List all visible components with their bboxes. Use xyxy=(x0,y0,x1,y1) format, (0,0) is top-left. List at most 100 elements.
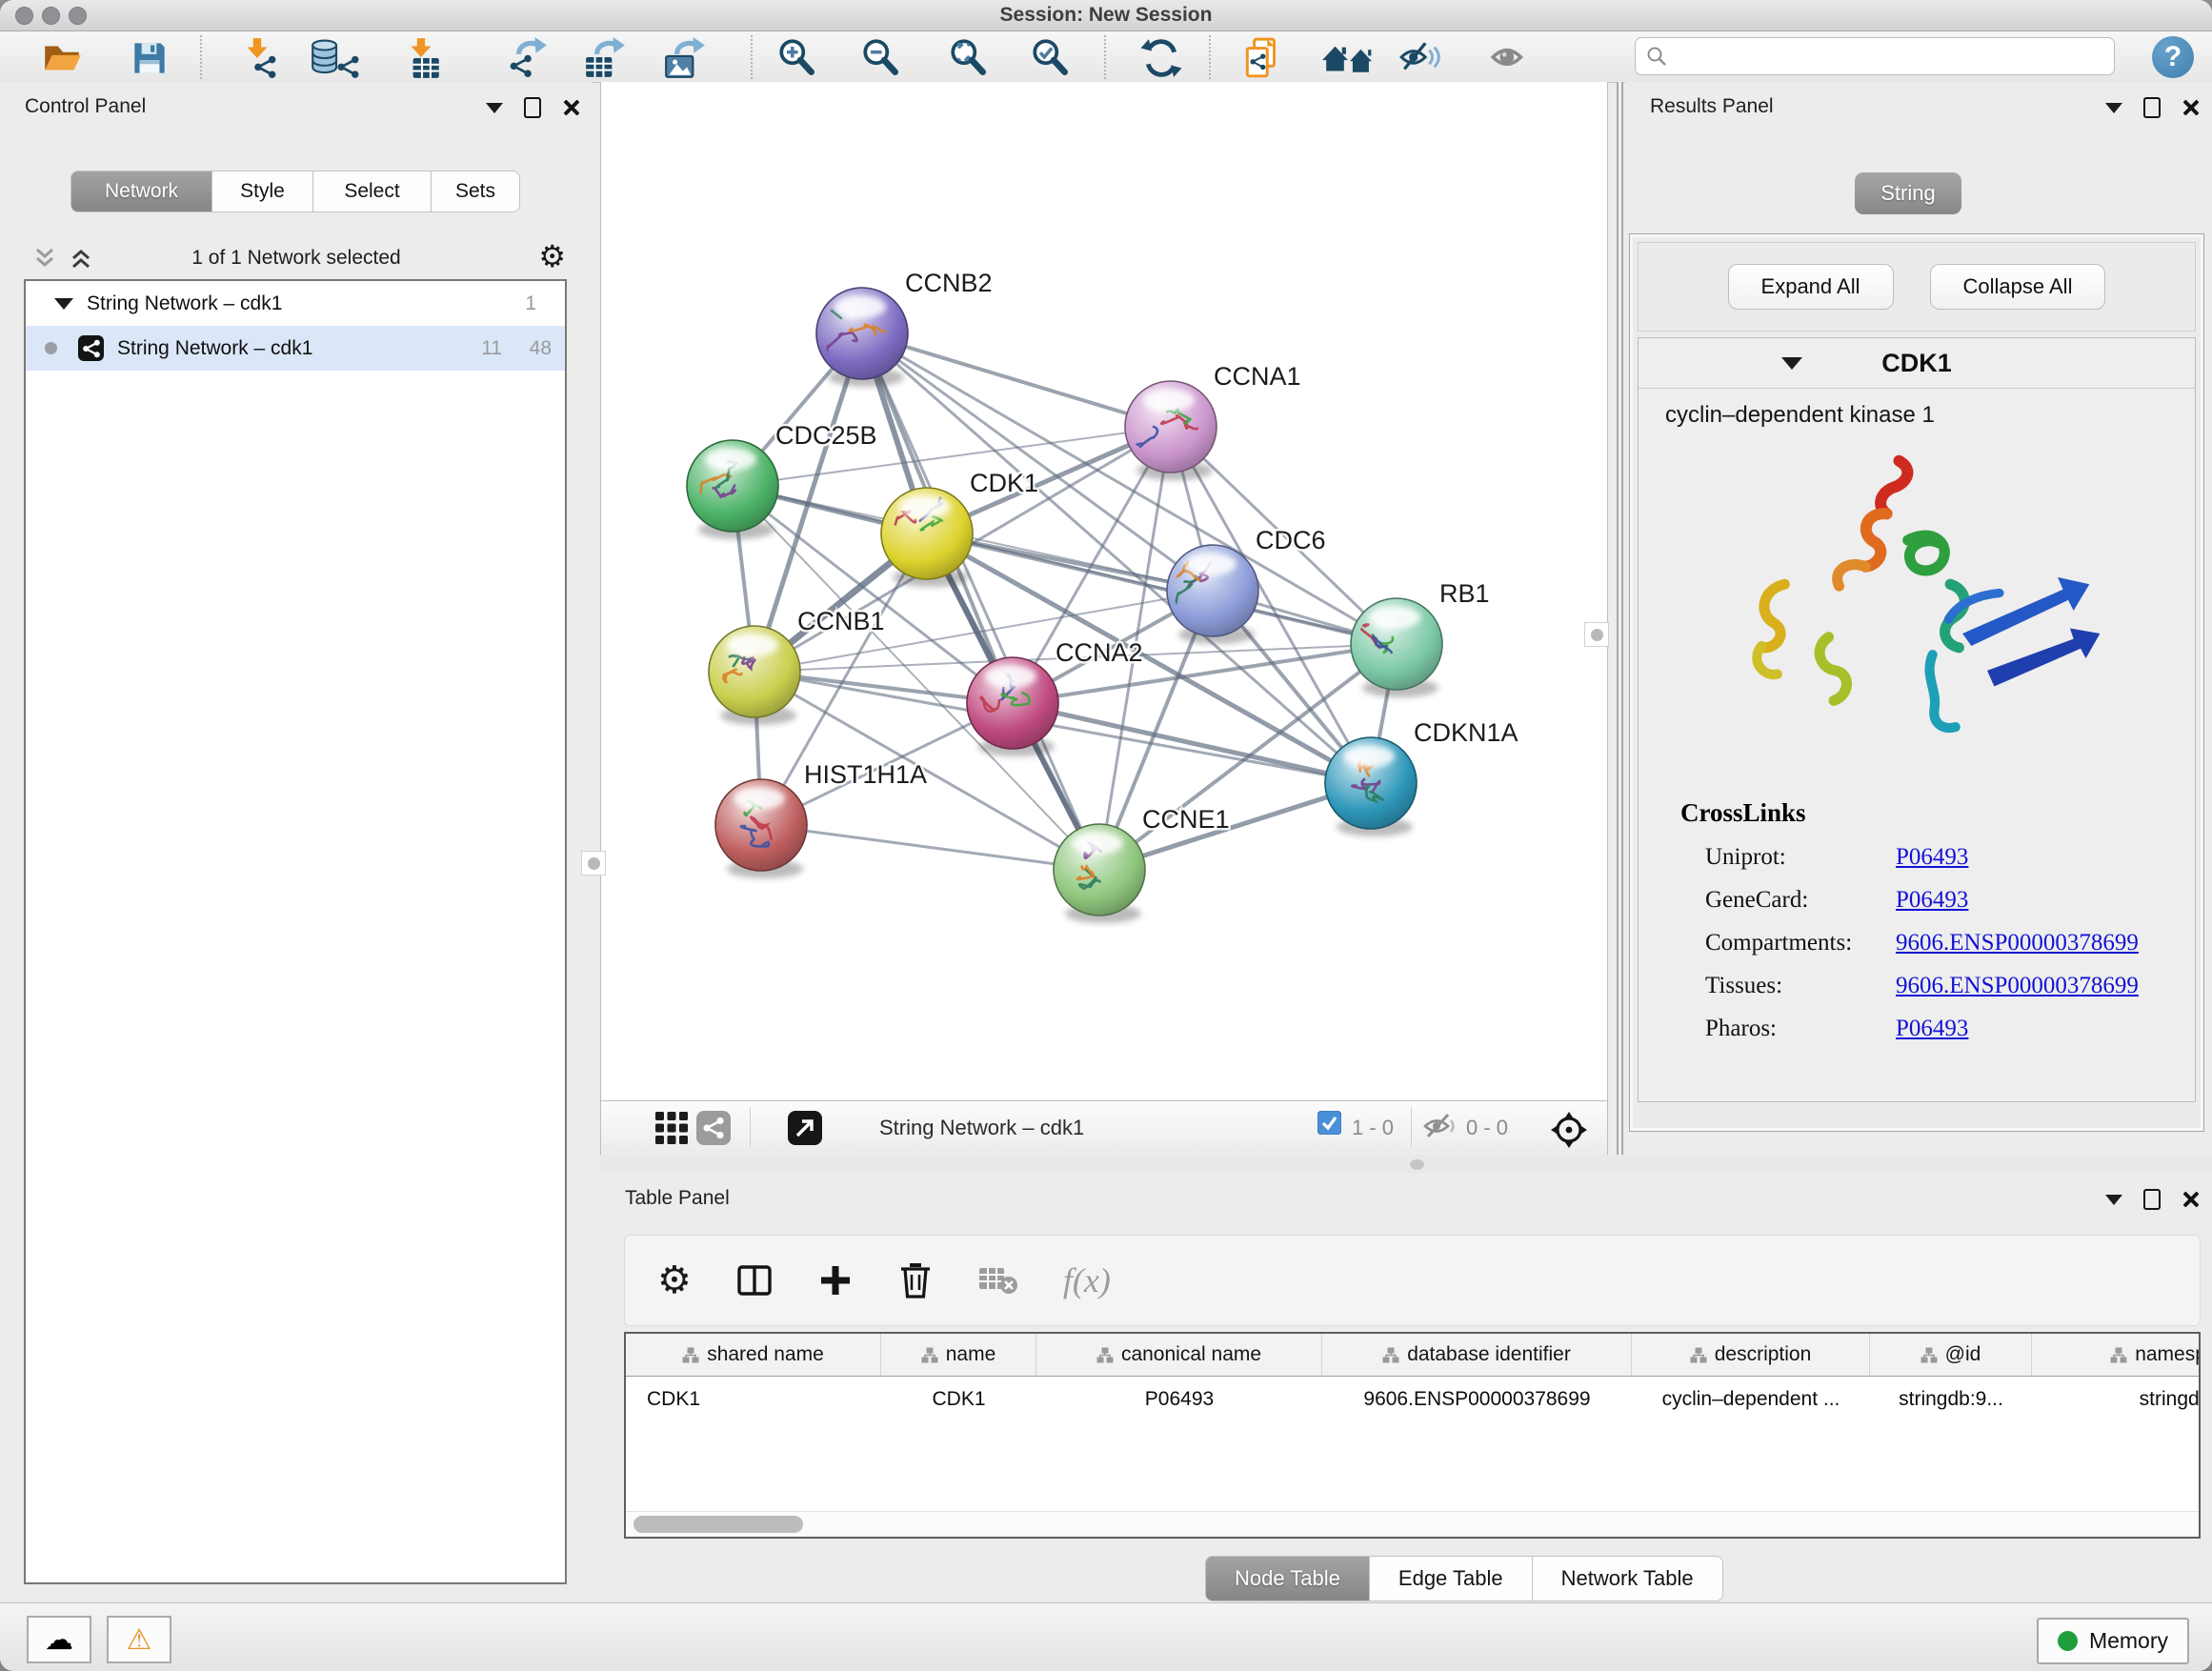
crosslink-link[interactable]: 9606.ENSP00000378699 xyxy=(1896,973,2139,999)
import-network-icon[interactable] xyxy=(236,36,280,80)
network-column-icon xyxy=(1920,1347,1938,1363)
network-view-share-icon[interactable] xyxy=(696,1111,731,1150)
collapse-all-button[interactable]: Collapse All xyxy=(1930,264,2106,310)
column-header-shared-name[interactable]: shared name xyxy=(626,1334,881,1376)
hidden-eye-slash-icon[interactable] xyxy=(1422,1111,1457,1146)
export-network-icon[interactable] xyxy=(505,36,549,80)
zoom-in-icon[interactable] xyxy=(775,36,819,80)
export-table-icon[interactable] xyxy=(583,36,627,80)
network-row-selected[interactable]: String Network – cdk1 11 48 xyxy=(26,326,565,371)
create-column-icon[interactable] xyxy=(817,1262,854,1299)
network-edge-CCNB2-CCNA1[interactable] xyxy=(862,333,1171,427)
panel-float-icon[interactable] xyxy=(2143,1189,2161,1210)
show-columns-icon[interactable] xyxy=(735,1261,774,1299)
zoom-selected-icon[interactable] xyxy=(1029,36,1073,80)
table-gear-icon[interactable]: ⚙ xyxy=(657,1266,692,1295)
tab-edge-table[interactable]: Edge Table xyxy=(1369,1556,1533,1601)
delete-column-icon[interactable] xyxy=(897,1260,934,1300)
network-edge-CCNB2-RB1[interactable] xyxy=(862,333,1397,644)
network-collection-row[interactable]: String Network – cdk1 1 xyxy=(26,281,565,326)
tab-select[interactable]: Select xyxy=(312,171,432,212)
update-network-icon[interactable] xyxy=(1139,36,1183,80)
selected-checkbox-icon[interactable] xyxy=(1317,1111,1341,1139)
function-builder-icon[interactable]: f(x) xyxy=(1063,1260,1111,1300)
crosslink-link[interactable]: P06493 xyxy=(1896,844,1968,871)
panel-close-icon[interactable] xyxy=(2182,1191,2199,1208)
network-node-CDKN1A[interactable]: CDKN1A xyxy=(1325,718,1518,836)
column-header-database-identifier[interactable]: database identifier xyxy=(1322,1334,1632,1376)
table-cell[interactable]: CDK1 xyxy=(881,1388,1036,1411)
network-node-CDC6[interactable]: CDC6 xyxy=(1167,526,1326,644)
panel-menu-icon[interactable] xyxy=(2105,1195,2122,1205)
panel-menu-icon[interactable] xyxy=(486,103,503,113)
tree-expand-icon[interactable] xyxy=(54,298,73,310)
tab-network-table[interactable]: Network Table xyxy=(1532,1556,1723,1601)
network-node-CCNB1[interactable]: CCNB1 xyxy=(709,607,885,725)
table-cell[interactable]: cyclin–dependent ... xyxy=(1632,1388,1870,1411)
tab-node-table[interactable]: Node Table xyxy=(1205,1556,1370,1601)
table-cell[interactable]: P06493 xyxy=(1036,1388,1322,1411)
table-cell[interactable]: 9606.ENSP00000378699 xyxy=(1322,1388,1632,1411)
zoom-fit-icon[interactable] xyxy=(947,36,991,80)
tab-string[interactable]: String xyxy=(1855,172,1961,214)
detach-view-icon[interactable] xyxy=(788,1111,822,1150)
panel-close-icon[interactable] xyxy=(2182,99,2199,116)
column-header-canonical-name[interactable]: canonical name xyxy=(1036,1334,1322,1376)
horizontal-splitter[interactable] xyxy=(600,1155,2212,1174)
clone-network-icon[interactable] xyxy=(1240,36,1284,80)
left-splitter-handle[interactable] xyxy=(581,851,606,876)
show-eye-icon[interactable] xyxy=(1489,36,1533,80)
table-cell[interactable]: stringdb xyxy=(2032,1388,2201,1411)
table-cell[interactable]: stringdb:9... xyxy=(1870,1388,2032,1411)
column-header-namespace[interactable]: namespace xyxy=(2032,1334,2201,1376)
network-icon xyxy=(78,335,104,361)
panel-menu-icon[interactable] xyxy=(2105,103,2122,113)
edge-count: 48 xyxy=(502,337,552,360)
memory-button[interactable]: Memory xyxy=(2037,1618,2189,1664)
gear-icon[interactable]: ⚙ xyxy=(538,242,566,271)
network-node-RB1[interactable]: RB1 xyxy=(1351,579,1490,697)
network-edge-HIST1H1A-CCNE1[interactable] xyxy=(761,825,1099,870)
horizontal-scrollbar[interactable] xyxy=(626,1511,2199,1537)
search-input[interactable] xyxy=(1676,45,2114,69)
network-node-HIST1H1A[interactable]: HIST1H1A xyxy=(715,760,927,878)
crosslink-link[interactable]: P06493 xyxy=(1896,887,1968,914)
string-home-icon[interactable] xyxy=(1320,36,1377,80)
table-cell[interactable]: CDK1 xyxy=(626,1388,881,1411)
panel-float-icon[interactable] xyxy=(524,97,541,118)
birdseye-pan-icon[interactable] xyxy=(1550,1111,1588,1154)
tab-network[interactable]: Network xyxy=(70,171,212,212)
save-session-icon[interactable] xyxy=(128,36,171,80)
network-edge-CCNB2-CCNE1[interactable] xyxy=(862,333,1099,870)
column-header-description[interactable]: description xyxy=(1632,1334,1870,1376)
grid-view-icon[interactable] xyxy=(654,1111,689,1150)
import-table-icon[interactable] xyxy=(400,36,444,80)
vertical-splitter[interactable] xyxy=(1617,82,1623,1155)
open-session-icon[interactable] xyxy=(40,36,84,80)
tab-sets[interactable]: Sets xyxy=(431,171,520,212)
tab-style[interactable]: Style xyxy=(211,171,313,212)
column-header-@id[interactable]: @id xyxy=(1870,1334,2032,1376)
right-splitter-handle[interactable] xyxy=(1584,622,1609,647)
zoom-out-icon[interactable] xyxy=(859,36,903,80)
network-node-CCNA1[interactable]: CCNA1 xyxy=(1125,362,1301,480)
main-toolbar: ? xyxy=(0,31,2212,83)
cloud-icon[interactable]: ☁ xyxy=(27,1616,91,1663)
hide-glass-eye-icon[interactable] xyxy=(1398,36,1442,80)
table-row[interactable]: CDK1CDK1P064939606.ENSP00000378699cyclin… xyxy=(626,1377,2199,1422)
network-view-title: String Network – cdk1 xyxy=(879,1116,1084,1140)
delete-table-icon[interactable] xyxy=(977,1264,1019,1297)
expand-all-button[interactable]: Expand All xyxy=(1728,264,1894,310)
scrollbar-thumb[interactable] xyxy=(633,1516,803,1533)
export-image-icon[interactable] xyxy=(663,36,707,80)
warning-icon[interactable]: ⚠ xyxy=(107,1616,171,1663)
import-network-database-icon[interactable] xyxy=(307,36,362,80)
help-icon[interactable]: ? xyxy=(2152,36,2194,78)
panel-close-icon[interactable] xyxy=(562,99,579,116)
crosslink-link[interactable]: 9606.ENSP00000378699 xyxy=(1896,930,2139,956)
crosslink-link[interactable]: P06493 xyxy=(1896,1016,1968,1042)
panel-float-icon[interactable] xyxy=(2143,97,2161,118)
network-canvas[interactable]: CCNB2CCNA1CDC25BCDK1CDC6RB1CCNB1CCNA2CDK… xyxy=(600,82,1608,1100)
column-label: database identifier xyxy=(1407,1343,1571,1366)
column-header-name[interactable]: name xyxy=(881,1334,1036,1376)
